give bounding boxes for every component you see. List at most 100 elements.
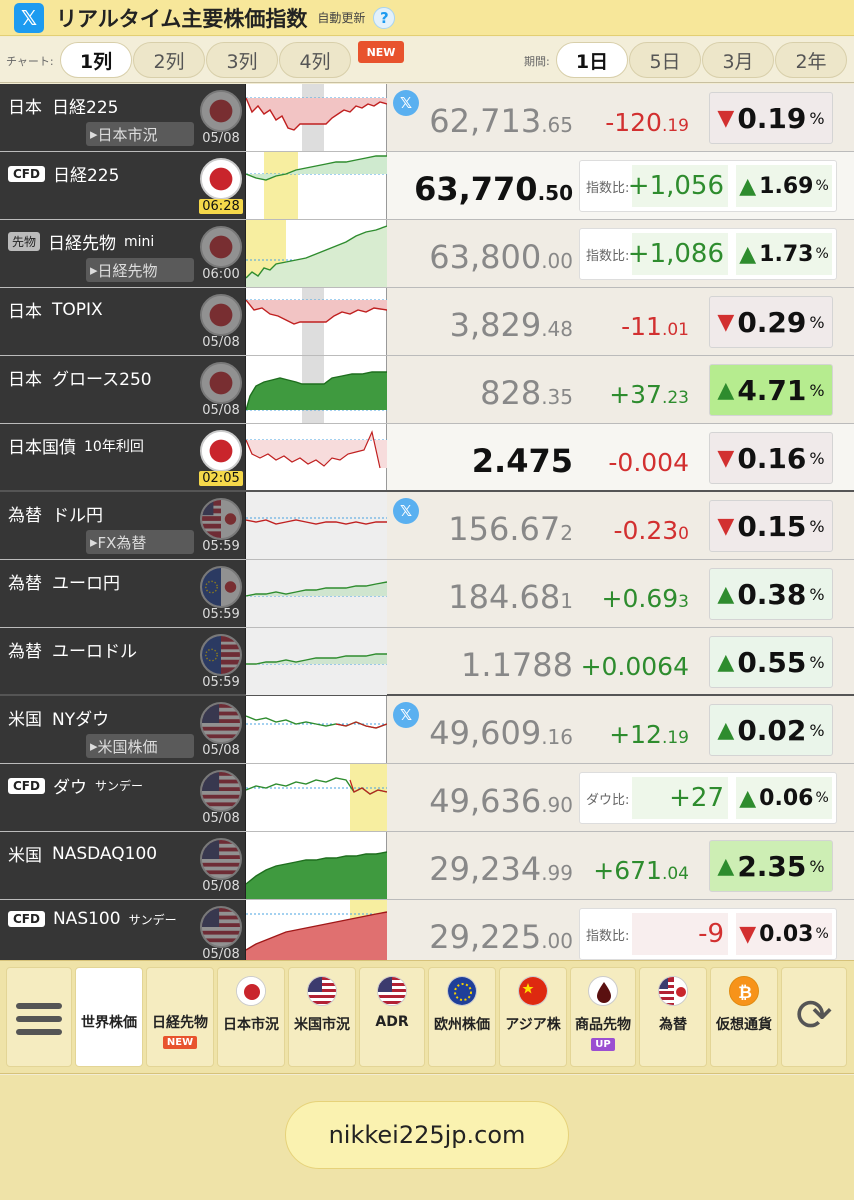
intraday-chart[interactable] <box>246 84 387 151</box>
nav-crypto[interactable]: ₿ 仮想通貨 <box>710 967 778 1067</box>
up-badge: UP <box>591 1038 615 1051</box>
quote-row-growth250[interactable]: 日本 グロース250 05/08 828.35 +37.23 ▲ 4.71% <box>0 356 854 424</box>
nav-label: 商品先物 <box>575 1017 631 1033</box>
intraday-chart[interactable] <box>246 832 387 899</box>
intraday-chart[interactable] <box>246 424 387 490</box>
intraday-chart[interactable] <box>246 628 387 695</box>
update-time: 05/08 <box>202 743 240 758</box>
auto-refresh-label: 自動更新 <box>317 11 366 25</box>
intraday-chart[interactable] <box>246 356 387 423</box>
update-time: 05:59 <box>202 607 240 622</box>
chart-columns-label: チャート: <box>6 55 54 68</box>
period-5d-button[interactable]: 5日 <box>629 42 701 78</box>
change-integer: -0.23 <box>613 516 679 545</box>
nav-commodities[interactable]: 商品先物 UP <box>570 967 636 1067</box>
us-flag-icon <box>307 976 337 1006</box>
nav-japan-market[interactable]: 日本市況 <box>217 967 285 1067</box>
quote-values: 1.1788 +0.0064 ▲ 0.55% <box>387 628 854 694</box>
quote-row-nasdaq100[interactable]: 米国 NASDAQ100 05/08 29,234.99 +671.04 ▲ 2.3… <box>0 832 854 900</box>
index-variant: 10年利回 <box>84 438 144 455</box>
nav-us-market[interactable]: 米国市況 <box>288 967 356 1067</box>
percent-change-badge: ▲ 0.02% <box>709 704 833 756</box>
fx-link[interactable]: ▸ FX為替 <box>86 530 194 554</box>
quote-list: 日本 日経225 ▸ 日本市況 05/08 𝕏 62,713.65 -120.19… <box>0 84 854 960</box>
japan-market-link[interactable]: ▸ 日本市況 <box>86 122 194 146</box>
x-share-icon[interactable]: 𝕏 <box>14 2 44 33</box>
index-name: ダウ <box>52 778 87 798</box>
intraday-chart[interactable] <box>246 900 387 960</box>
quote-row-nikkei225[interactable]: 日本 日経225 ▸ 日本市況 05/08 𝕏 62,713.65 -120.19… <box>0 84 854 152</box>
period-1d-button[interactable]: 1日 <box>556 42 628 78</box>
comparison-percent: ▲ 1.73% <box>736 233 832 275</box>
svg-text:₿: ₿ <box>738 983 752 1003</box>
row-label: 為替 ユーロ円 05:59 <box>0 560 246 627</box>
help-icon[interactable]: ? <box>373 6 396 29</box>
intraday-chart[interactable] <box>246 288 387 355</box>
quote-row-cfd-nas100-sunday[interactable]: CFD NAS100 サンデー 05/08 29,225.00 指数比: -9 ▼ 0… <box>0 900 854 960</box>
nav-nikkei-futures[interactable]: 日経先物 NEW <box>146 967 214 1067</box>
us-stocks-link[interactable]: ▸ 米国株価 <box>86 734 194 758</box>
refresh-button[interactable]: ⟳ <box>781 967 847 1067</box>
price-decimal: .48 <box>541 317 573 341</box>
row-label: 日本国債 10年利回 02:05 <box>0 424 246 490</box>
price-integer: 1.1788 <box>461 646 573 684</box>
quote-row-eurusd[interactable]: 為替 ユーロドル 05:59 1.1788 +0.0064 ▲ 0.55% <box>0 628 854 696</box>
percent-value: 0.55 <box>737 645 807 679</box>
japan-flag-icon <box>200 430 242 472</box>
nav-world-stocks[interactable]: 世界株価 <box>75 967 143 1067</box>
nav-adr[interactable]: ADR <box>359 967 425 1067</box>
price-decimal: .00 <box>541 249 573 273</box>
menu-button[interactable] <box>6 967 72 1067</box>
japan-flag-icon <box>236 976 266 1006</box>
intraday-chart[interactable] <box>246 152 387 219</box>
price-integer: 29,234 <box>429 850 542 888</box>
quote-row-usdjpy[interactable]: 為替 ドル円 ▸ FX為替 05:59 𝕏 156.672 -0.230 ▼ 0.1… <box>0 492 854 560</box>
quote-row-cfd-nikkei225[interactable]: CFD 日経225 06:28 63,770.50 指数比: +1,056 ▲ 1.… <box>0 152 854 220</box>
price: 29,234.99 <box>387 850 573 888</box>
us-flag-icon <box>200 770 242 812</box>
index-name: NYダウ <box>52 710 110 730</box>
price-decimal: .50 <box>537 181 573 205</box>
intraday-chart[interactable] <box>246 560 387 627</box>
quote-row-jgb-10y[interactable]: 日本国債 10年利回 02:05 2.475 -0.004 ▼ 0.16% <box>0 424 854 492</box>
bitcoin-icon: ₿ <box>729 976 759 1006</box>
price: 49,609.16 <box>387 714 573 752</box>
quote-row-ny-dow[interactable]: 米国 NYダウ ▸ 米国株価 05/08 𝕏 49,609.16 +12.19 ▲… <box>0 696 854 764</box>
row-label: CFD ダウ サンデー 05/08 <box>0 764 246 831</box>
nav-europe-stocks[interactable]: 欧州株価 <box>428 967 496 1067</box>
intraday-chart[interactable] <box>246 764 387 831</box>
intraday-chart[interactable] <box>246 492 387 559</box>
intraday-chart[interactable] <box>246 696 387 763</box>
quote-row-eurjpy[interactable]: 為替 ユーロ円 05:59 184.681 +0.693 ▲ 0.38% <box>0 560 854 628</box>
column-3-button[interactable]: 3列 <box>206 42 278 78</box>
intraday-chart[interactable] <box>246 220 387 287</box>
percent-change-badge: ▲ 4.71% <box>709 364 833 416</box>
comparison-percent: ▼ 0.03% <box>736 913 832 955</box>
price: 156.672 <box>387 510 573 548</box>
page-title: リアルタイム主要株価指数 <box>56 6 308 31</box>
quote-values: 49,636.90 ダウ比: +27 ▲ 0.06% <box>387 764 854 831</box>
column-4-button[interactable]: 4列 <box>279 42 351 78</box>
period-3m-button[interactable]: 3月 <box>702 42 774 78</box>
down-arrow-icon: ▼ <box>717 513 735 539</box>
percent-value: 0.15 <box>737 509 807 543</box>
percent-value: 0.38 <box>737 577 807 611</box>
price-decimal: .90 <box>541 793 573 817</box>
period-2y-button[interactable]: 2年 <box>775 42 847 78</box>
comparison-change: -9 <box>632 913 728 955</box>
quote-row-nikkei-futures-mini[interactable]: 先物 日経先物 mini ▸ 日経先物 06:00 63,800.00 指数比: +… <box>0 220 854 288</box>
column-1-button[interactable]: 1列 <box>60 42 132 78</box>
cfd-tag: CFD <box>8 777 45 794</box>
nikkei-futures-link[interactable]: ▸ 日経先物 <box>86 258 194 282</box>
nav-asia-stocks[interactable]: アジア株 <box>499 967 567 1067</box>
quote-row-topix[interactable]: 日本 TOPIX 05/08 3,829.48 -11.01 ▼ 0.29% <box>0 288 854 356</box>
column-2-button[interactable]: 2列 <box>133 42 205 78</box>
eu-us-flag-icon <box>200 634 242 676</box>
nav-label: 日本市況 <box>223 1017 279 1033</box>
percent-value: 0.03 <box>759 921 814 947</box>
site-url-button[interactable]: nikkei225jp.com <box>285 1101 569 1169</box>
down-arrow-icon: ▼ <box>717 105 735 131</box>
nav-fx[interactable]: 為替 <box>639 967 707 1067</box>
quote-row-cfd-dow-sunday[interactable]: CFD ダウ サンデー 05/08 49,636.90 ダウ比: +27 ▲ 0.06… <box>0 764 854 832</box>
row-label: 米国 NASDAQ100 05/08 <box>0 832 246 899</box>
